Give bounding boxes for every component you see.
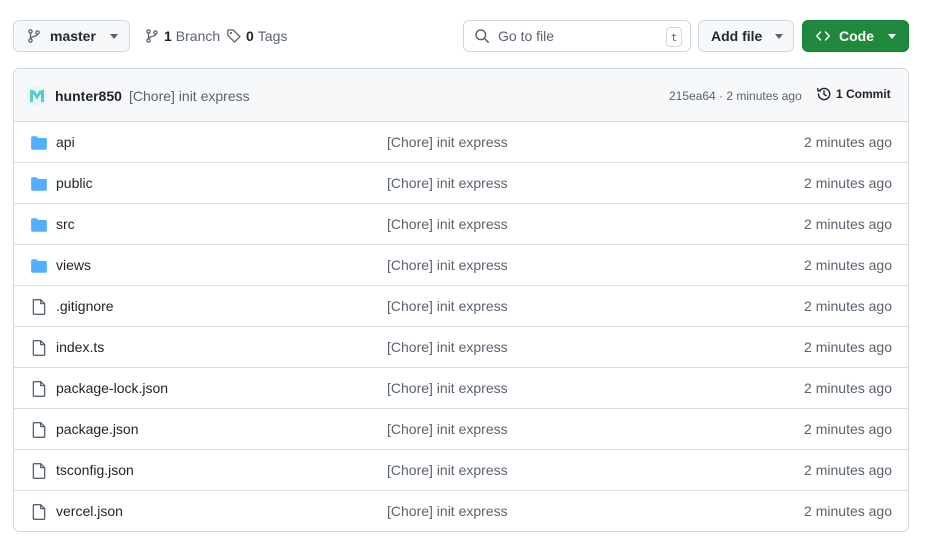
file-name[interactable]: public (56, 175, 93, 191)
file-list: api [Chore] init express 2 minutes ago p… (14, 122, 908, 531)
file-commit-time: 2 minutes ago (804, 257, 892, 273)
file-commit-time: 2 minutes ago (804, 421, 892, 437)
file-commit-message[interactable]: [Chore] init express (387, 175, 508, 191)
tags-label: Tags (257, 28, 288, 44)
commits-link[interactable]: 1 Commit (816, 86, 891, 102)
git-branch-icon (28, 29, 40, 43)
file-name[interactable]: src (56, 216, 75, 232)
file-commit-time: 2 minutes ago (804, 503, 892, 519)
file-row[interactable]: views [Chore] init express 2 minutes ago (14, 245, 908, 286)
code-icon (816, 31, 830, 41)
file-commit-message[interactable]: [Chore] init express (387, 380, 508, 396)
commit-author[interactable]: hunter850 (55, 88, 122, 104)
history-icon (817, 87, 831, 101)
file-name[interactable]: api (56, 134, 75, 150)
file-name[interactable]: package-lock.json (56, 380, 168, 396)
file-commit-time: 2 minutes ago (804, 134, 892, 150)
file-commit-message[interactable]: [Chore] init express (387, 216, 508, 232)
file-row[interactable]: package.json [Chore] init express 2 minu… (14, 409, 908, 450)
commit-message[interactable]: [Chore] init express (129, 88, 250, 104)
file-row[interactable]: tsconfig.json [Chore] init express 2 min… (14, 450, 908, 491)
code-button[interactable]: Code (802, 20, 909, 52)
file-icon (30, 421, 48, 439)
file-commit-message[interactable]: [Chore] init express (387, 339, 508, 355)
file-commit-time: 2 minutes ago (804, 339, 892, 355)
file-commit-message[interactable]: [Chore] init express (387, 298, 508, 314)
file-row[interactable]: public [Chore] init express 2 minutes ag… (14, 163, 908, 204)
chevron-down-icon (109, 33, 118, 39)
tags-link[interactable]: 0 Tags (226, 20, 287, 52)
branches-count: 1 (164, 28, 172, 44)
file-commit-time: 2 minutes ago (804, 462, 892, 478)
file-name[interactable]: tsconfig.json (56, 462, 134, 478)
tags-count: 0 (246, 28, 254, 44)
search-icon (475, 29, 489, 43)
git-branch-icon (146, 29, 158, 43)
keyboard-shortcut-hint: t (666, 27, 682, 47)
file-commit-message[interactable]: [Chore] init express (387, 421, 508, 437)
folder-icon (30, 257, 48, 275)
go-to-file-input[interactable]: Go to file t (463, 20, 691, 52)
file-icon (30, 380, 48, 398)
file-commit-time: 2 minutes ago (804, 216, 892, 232)
file-icon (30, 298, 48, 316)
file-browser: hunter850 [Chore] init express 215ea64 ·… (13, 68, 909, 532)
file-row[interactable]: package-lock.json [Chore] init express 2… (14, 368, 908, 409)
file-commit-time: 2 minutes ago (804, 175, 892, 191)
file-name[interactable]: vercel.json (56, 503, 123, 519)
commits-count-label: 1 Commit (836, 87, 891, 101)
avatar[interactable] (27, 86, 47, 106)
file-row[interactable]: api [Chore] init express 2 minutes ago (14, 122, 908, 163)
tag-icon (227, 29, 241, 43)
chevron-down-icon (775, 33, 784, 39)
file-icon (30, 462, 48, 480)
commit-hash-time[interactable]: 215ea64 · 2 minutes ago (669, 89, 802, 103)
folder-icon (30, 175, 48, 193)
code-label: Code (839, 28, 874, 44)
file-name[interactable]: .gitignore (56, 298, 114, 314)
file-commit-message[interactable]: [Chore] init express (387, 257, 508, 273)
add-file-label: Add file (711, 28, 763, 44)
file-row[interactable]: .gitignore [Chore] init express 2 minute… (14, 286, 908, 327)
file-commit-time: 2 minutes ago (804, 298, 892, 314)
file-commit-message[interactable]: [Chore] init express (387, 462, 508, 478)
branch-select-button[interactable]: master (13, 20, 130, 52)
file-icon (30, 503, 48, 521)
branch-name: master (50, 28, 96, 44)
file-icon (30, 339, 48, 357)
file-name[interactable]: package.json (56, 421, 139, 437)
branches-label: Branch (175, 28, 221, 44)
go-to-file-placeholder: Go to file (498, 28, 555, 44)
folder-icon (30, 134, 48, 152)
file-row[interactable]: vercel.json [Chore] init express 2 minut… (14, 491, 908, 531)
repo-toolbar: master 1 Branch 0 Tags Go to file t Add … (13, 20, 909, 52)
branches-link[interactable]: 1 Branch (144, 20, 220, 52)
folder-icon (30, 216, 48, 234)
file-row[interactable]: index.ts [Chore] init express 2 minutes … (14, 327, 908, 368)
add-file-button[interactable]: Add file (698, 20, 794, 52)
latest-commit-bar: hunter850 [Chore] init express 215ea64 ·… (14, 69, 908, 122)
file-commit-message[interactable]: [Chore] init express (387, 503, 508, 519)
file-name[interactable]: views (56, 257, 91, 273)
file-row[interactable]: src [Chore] init express 2 minutes ago (14, 204, 908, 245)
file-commit-time: 2 minutes ago (804, 380, 892, 396)
file-name[interactable]: index.ts (56, 339, 104, 355)
file-commit-message[interactable]: [Chore] init express (387, 134, 508, 150)
chevron-down-icon (888, 33, 896, 39)
